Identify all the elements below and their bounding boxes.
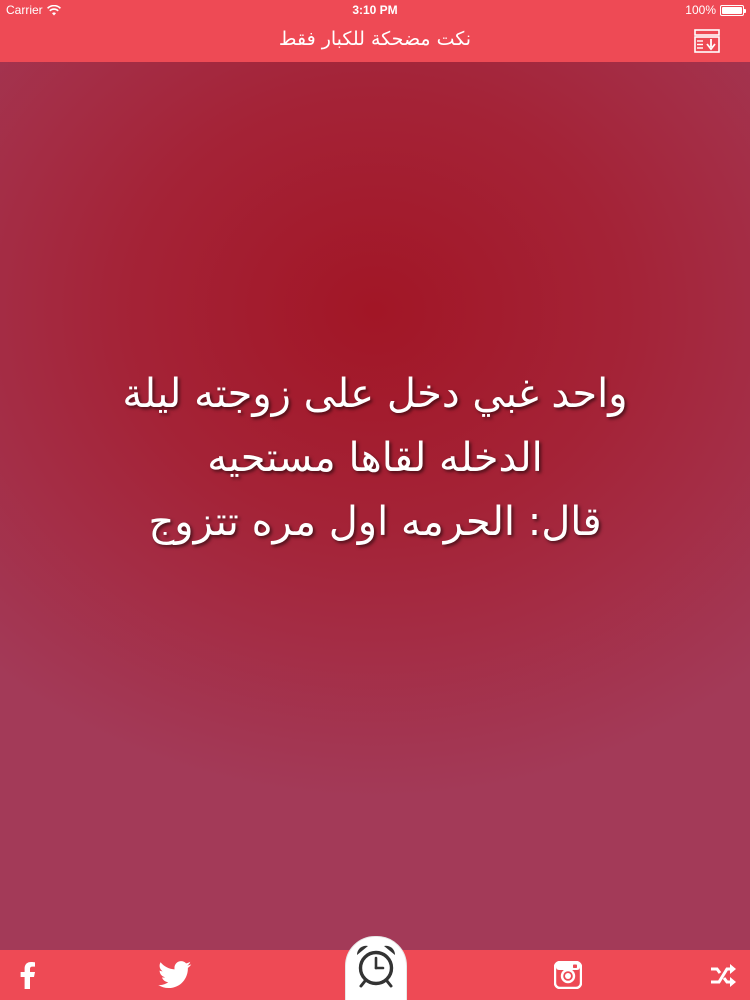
status-time: 3:10 PM: [352, 3, 398, 17]
facebook-icon: [20, 962, 35, 989]
shuffle-arrows-icon: [711, 964, 736, 987]
alarm-button[interactable]: [345, 936, 407, 1000]
twitter-icon: [158, 961, 192, 989]
instagram-share-button[interactable]: [543, 950, 593, 1000]
page-title: نكت مضحكة للكبار فقط: [278, 28, 472, 50]
joke-text: واحد غبي دخل على زوجته ليلة الدخله لقاها…: [30, 362, 720, 554]
joke-line-3: قال: الحرمه اول مره تتزوج: [148, 499, 602, 545]
status-bar: Carrier 3:10 PM 100%: [0, 0, 750, 20]
battery-fill: [722, 6, 742, 14]
shuffle-button[interactable]: [698, 950, 748, 1000]
battery-icon: [720, 4, 746, 16]
facebook-share-button[interactable]: [2, 950, 52, 1000]
instagram-icon: [554, 961, 582, 989]
joke-line-1: واحد غبي دخل على زوجته ليلة: [122, 371, 628, 417]
joke-line-2: الدخله لقاها مستحيه: [207, 435, 543, 481]
nav-bar: نكت مضحكة للكبار فقط: [0, 20, 750, 62]
twitter-share-button[interactable]: [150, 950, 200, 1000]
battery-percent: 100%: [685, 3, 716, 17]
joke-content-area: واحد غبي دخل على زوجته ليلة الدخله لقاها…: [0, 62, 750, 950]
alarm-clock-icon: [356, 945, 396, 988]
app-screen: Carrier 3:10 PM 100% نكت مضحكة للكبار فق…: [0, 0, 750, 1000]
download-list-button[interactable]: [694, 29, 720, 53]
status-right: 100%: [685, 3, 746, 17]
download-list-icon: [694, 29, 720, 53]
